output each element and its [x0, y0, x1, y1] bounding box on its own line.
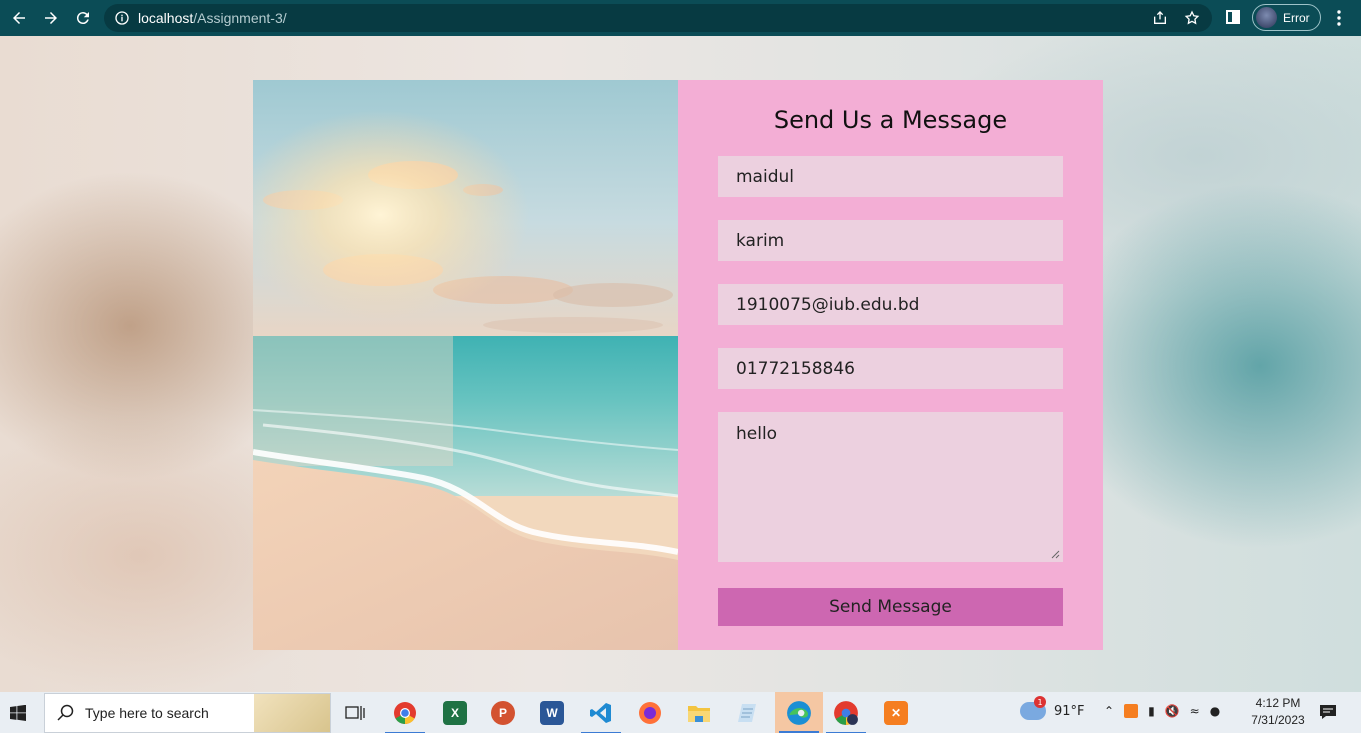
profile-button[interactable]: Error [1252, 4, 1321, 31]
task-view-button[interactable] [340, 698, 370, 728]
edge-icon [787, 700, 811, 725]
reload-button[interactable] [68, 3, 98, 33]
email-value: 1910075@iub.edu.bd [736, 294, 920, 315]
clock-date: 7/31/2023 [1251, 713, 1305, 727]
system-tray: ⌃ ▮ 🔇 ≈ ● [1104, 704, 1220, 718]
windows-logo-icon [10, 704, 26, 721]
taskbar-xampp[interactable]: ✕ [881, 698, 911, 728]
excel-icon: X [443, 701, 467, 725]
microphone-icon[interactable]: ● [1210, 704, 1220, 718]
avatar [1256, 7, 1277, 28]
taskbar-firefox[interactable] [635, 698, 665, 728]
taskbar-edge[interactable] [775, 692, 823, 733]
form-title: Send Us a Message [773, 106, 1008, 134]
resize-handle-icon[interactable] [1051, 550, 1060, 559]
vscode-icon [590, 703, 611, 723]
url-text: localhost/Assignment-3/ [138, 10, 287, 26]
last-name-field[interactable]: karim [718, 220, 1063, 261]
notepad-icon [738, 704, 756, 722]
taskbar-chrome-profile[interactable] [826, 698, 866, 733]
search-icon [57, 704, 74, 721]
contact-card: Send Us a Message maidul karim 1910075@i… [253, 80, 1103, 650]
send-message-button[interactable]: Send Message [718, 588, 1063, 626]
weather-badge: 1 [1034, 696, 1046, 708]
profile-error-label: Error [1283, 10, 1310, 25]
xampp-tray-icon[interactable] [1124, 704, 1139, 718]
windows-taskbar: Type here to search X P W ✕ 1 91°F ⌃ ▮ 🔇… [0, 692, 1361, 733]
powerpoint-icon: P [491, 701, 515, 725]
message-textarea[interactable]: hello [718, 412, 1063, 562]
word-icon: W [540, 701, 564, 725]
chrome-icon [394, 702, 416, 724]
side-panel-icon[interactable] [1226, 10, 1240, 24]
weather-widget[interactable]: 1 91°F [1020, 696, 1085, 720]
first-name-value: maidul [736, 166, 794, 187]
arrow-left-icon [13, 12, 25, 24]
task-view-icon [345, 706, 365, 720]
phone-value: 01772158846 [736, 358, 855, 379]
taskbar-excel[interactable]: X [440, 698, 470, 728]
url-host: localhost [138, 10, 194, 26]
weather-temp: 91°F [1054, 703, 1085, 719]
taskbar-powerpoint[interactable]: P [488, 698, 518, 728]
url-path: /Assignment-3/ [193, 10, 287, 26]
taskbar-word[interactable]: W [537, 698, 567, 728]
wifi-icon[interactable]: ≈ [1190, 704, 1200, 718]
folder-icon [688, 706, 710, 722]
email-field[interactable]: 1910075@iub.edu.bd [718, 284, 1063, 325]
contact-form: Send Us a Message maidul karim 1910075@i… [678, 80, 1103, 650]
beach-illustration [253, 80, 678, 650]
cloud-icon: 1 [1020, 696, 1046, 720]
notification-center-icon[interactable] [1319, 704, 1337, 720]
chevron-up-icon[interactable]: ⌃ [1104, 704, 1114, 718]
address-bar[interactable]: localhost/Assignment-3/ [104, 4, 1212, 32]
taskbar-notepad[interactable] [733, 698, 763, 728]
last-name-value: karim [736, 230, 785, 251]
share-icon[interactable] [1152, 10, 1168, 26]
taskbar-file-explorer[interactable] [684, 698, 714, 728]
search-placeholder: Type here to search [85, 705, 209, 721]
taskbar-clock[interactable]: 4:12 PM 7/31/2023 [1246, 695, 1310, 729]
firefox-icon [639, 702, 661, 724]
message-value: hello [736, 424, 778, 444]
first-name-field[interactable]: maidul [718, 156, 1063, 197]
start-button[interactable] [0, 692, 36, 733]
battery-icon[interactable]: ▮ [1148, 704, 1155, 718]
phone-field[interactable]: 01772158846 [718, 348, 1063, 389]
xampp-icon: ✕ [884, 701, 908, 725]
taskbar-vscode[interactable] [581, 698, 621, 733]
info-icon[interactable] [114, 10, 130, 26]
taskbar-chrome[interactable] [385, 698, 425, 733]
taskbar-search-box[interactable]: Type here to search [44, 693, 331, 733]
more-menu-icon[interactable] [1332, 9, 1346, 27]
page-background: Send Us a Message maidul karim 1910075@i… [0, 36, 1361, 692]
bookmark-star-icon[interactable] [1184, 10, 1200, 26]
speaker-muted-icon[interactable]: 🔇 [1165, 704, 1180, 718]
browser-toolbar: localhost/Assignment-3/ Error [0, 0, 1361, 36]
back-button[interactable] [4, 3, 34, 33]
search-highlight-illustration [254, 694, 330, 732]
clock-time: 4:12 PM [1255, 696, 1301, 710]
chrome-profile-icon [834, 701, 858, 725]
arrow-right-icon [45, 12, 57, 24]
reload-icon [76, 12, 89, 25]
beach-photo [253, 80, 678, 650]
forward-button[interactable] [36, 3, 66, 33]
